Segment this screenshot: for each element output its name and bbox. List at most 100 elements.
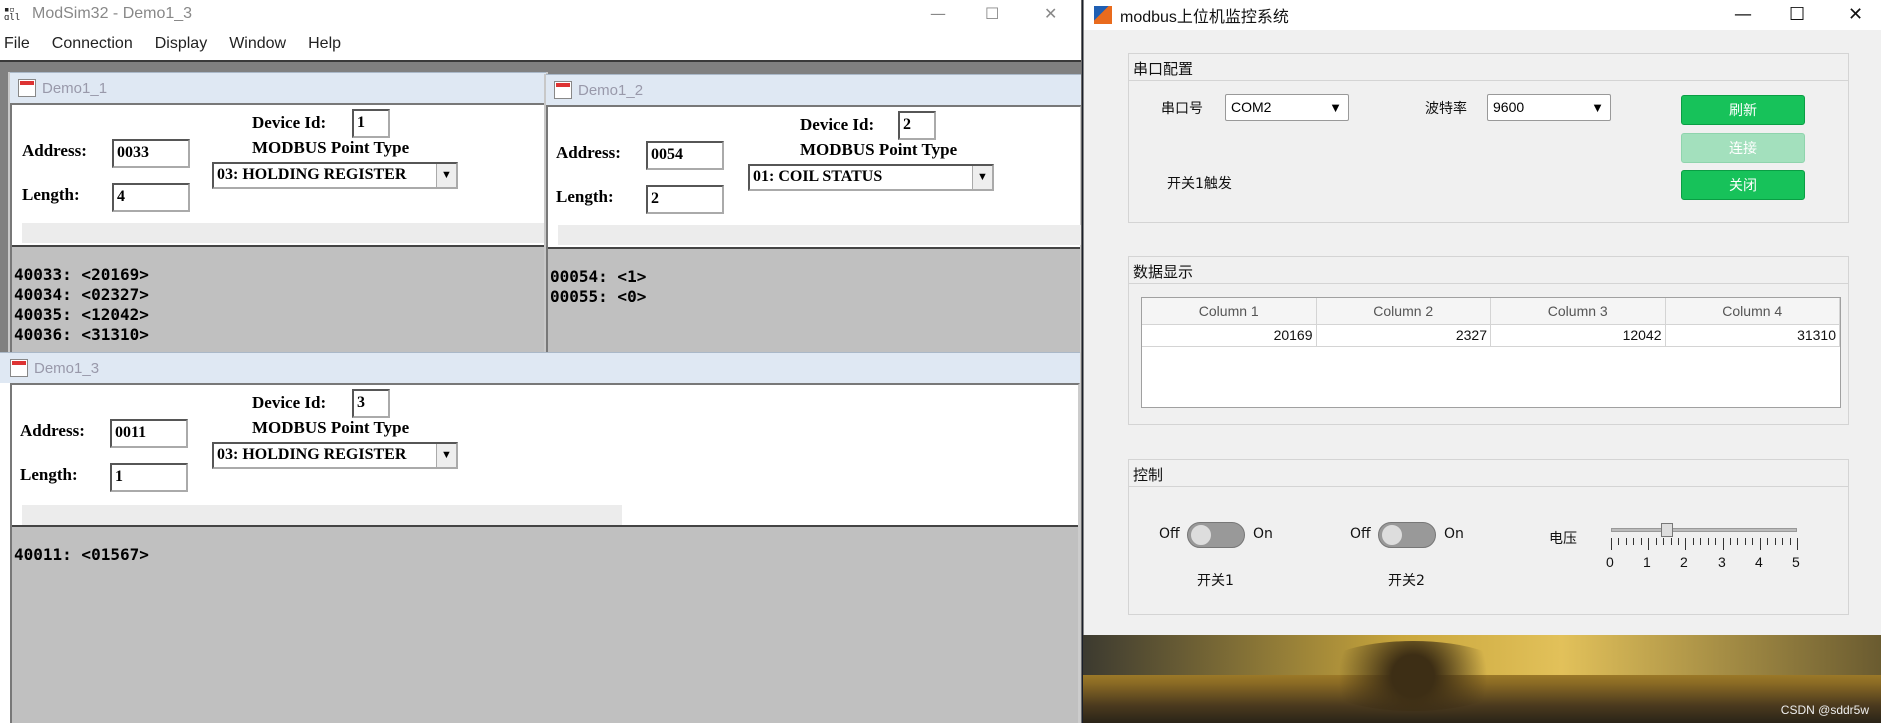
refresh-button[interactable]: 刷新 <box>1681 95 1805 125</box>
point-type-select[interactable]: 03: HOLDING REGISTER ▼ <box>212 442 458 469</box>
minimize-icon[interactable]: — <box>1734 4 1752 25</box>
panel-title: 串口配置 <box>1133 60 1194 78</box>
table-cell[interactable]: 2327 <box>1316 325 1491 347</box>
monitor-window: modbus上位机监控系统 — ☐ ✕ 串口配置 串口号 COM2 ▼ 波特率 9… <box>1083 0 1881 635</box>
slider-tick <box>1663 538 1665 545</box>
status-bar <box>22 223 546 243</box>
chevron-down-icon[interactable]: ▼ <box>972 166 992 189</box>
child-titlebar[interactable]: Demo1_2 <box>546 74 1081 105</box>
slider-tick <box>1722 538 1724 550</box>
port-select[interactable]: COM2 ▼ <box>1225 94 1349 121</box>
slider-tick <box>1744 538 1746 545</box>
slider-tick <box>1618 538 1620 545</box>
slider-tick <box>1797 538 1798 550</box>
menu-file[interactable]: File <box>4 35 30 53</box>
chevron-down-icon[interactable]: ▼ <box>436 444 456 467</box>
address-label: Address: <box>20 421 85 440</box>
slider-tick <box>1640 538 1642 545</box>
child-window-demo1-2[interactable]: Demo1_2 Device Id: 2 Address: 0054 MODBU… <box>544 74 1081 364</box>
menu-connection[interactable]: Connection <box>52 35 133 53</box>
child-titlebar[interactable]: Demo1_3 <box>0 352 1080 383</box>
menu-display[interactable]: Display <box>155 35 207 53</box>
panel-header <box>1129 257 1848 284</box>
document-icon <box>554 81 572 99</box>
table-cell[interactable]: 20169 <box>1142 325 1317 347</box>
child-window-demo1-1[interactable]: Demo1_1 Device Id: 1 Address: 0033 MODBU… <box>8 72 548 362</box>
table-cell[interactable]: 31310 <box>1665 325 1840 347</box>
menu-help[interactable]: Help <box>308 35 341 53</box>
slider-tick <box>1730 538 1732 545</box>
switch2-on-label: On <box>1444 526 1464 542</box>
menu-window[interactable]: Window <box>229 35 286 53</box>
point-type-value: 01: COIL STATUS <box>753 168 883 185</box>
slider-tick <box>1737 538 1739 545</box>
address-label: Address: <box>22 141 87 160</box>
tick-label: 5 <box>1792 554 1800 570</box>
tick-label: 0 <box>1606 554 1614 570</box>
column-header[interactable]: Column 1 <box>1142 298 1317 325</box>
maximize-icon[interactable]: ☐ <box>1789 4 1805 25</box>
switch2-toggle[interactable] <box>1378 522 1436 548</box>
register-data[interactable]: 40011: <01567> <box>12 525 1078 723</box>
chevron-down-icon[interactable]: ▼ <box>436 164 456 187</box>
slider-tick <box>1655 538 1657 545</box>
tick-label: 2 <box>1680 554 1688 570</box>
table-header-row: Column 1 Column 2 Column 3 Column 4 <box>1142 298 1840 325</box>
panel-title: 控制 <box>1133 466 1164 484</box>
address-field[interactable]: 0011 <box>110 419 188 448</box>
register-data[interactable]: 00054: <1> 00055: <0> <box>548 247 1080 362</box>
child-window-demo1-3[interactable]: Demo1_3 Device Id: 3 Address: 0011 MODBU… <box>0 352 1081 723</box>
point-type-label: MODBUS Point Type <box>800 140 958 159</box>
length-field[interactable]: 4 <box>112 183 190 212</box>
voltage-label: 电压 <box>1549 531 1577 547</box>
close-icon[interactable]: ✕ <box>1848 4 1863 25</box>
slider-tick <box>1685 538 1687 550</box>
child-title: Demo1_3 <box>34 359 100 377</box>
device-id-field[interactable]: 1 <box>352 109 390 138</box>
chevron-down-icon: ▼ <box>1591 100 1604 115</box>
maximize-icon[interactable]: ☐ <box>985 4 999 23</box>
slider-thumb[interactable] <box>1660 523 1673 537</box>
address-field[interactable]: 0033 <box>112 139 190 168</box>
device-id-field[interactable]: 3 <box>352 389 390 418</box>
address-field[interactable]: 0054 <box>646 141 724 170</box>
control-panel: 控制 Off On 开关1 Off On 开关2 电压 0 1 2 3 4 5 <box>1128 459 1849 615</box>
connect-button[interactable]: 连接 <box>1681 133 1805 163</box>
point-type-select[interactable]: 01: COIL STATUS ▼ <box>748 164 994 191</box>
slider-tick <box>1774 538 1776 545</box>
mdi-area: Demo1_1 Device Id: 1 Address: 0033 MODBU… <box>0 60 1081 723</box>
length-field[interactable]: 1 <box>110 463 188 492</box>
device-id-field[interactable]: 2 <box>898 111 936 140</box>
child-titlebar[interactable]: Demo1_1 <box>10 72 546 103</box>
baud-select[interactable]: 9600 ▼ <box>1487 94 1611 121</box>
column-header[interactable]: Column 4 <box>1665 298 1840 325</box>
point-type-value: 03: HOLDING REGISTER <box>217 166 407 183</box>
panel-header <box>1129 54 1848 81</box>
slider-tick <box>1759 538 1761 550</box>
watermark: CSDN @sddr5w <box>1780 703 1869 717</box>
point-type-select[interactable]: 03: HOLDING REGISTER ▼ <box>212 162 458 189</box>
slider-tick <box>1677 538 1679 545</box>
close-icon[interactable]: ✕ <box>1044 4 1057 23</box>
column-header[interactable]: Column 2 <box>1316 298 1491 325</box>
data-table[interactable]: Column 1 Column 2 Column 3 Column 4 2016… <box>1141 297 1841 408</box>
monitor-title: modbus上位机监控系统 <box>1120 9 1289 26</box>
register-data[interactable]: 40033: <20169> 40034: <02327> 40035: <12… <box>12 245 544 360</box>
table-row[interactable]: 20169 2327 12042 31310 <box>1142 325 1840 347</box>
device-id-label: Device Id: <box>800 115 875 134</box>
modsim-title: ModSim32 - Demo1_3 <box>32 5 193 22</box>
point-type-value: 03: HOLDING REGISTER <box>217 446 407 463</box>
length-field[interactable]: 2 <box>646 185 724 214</box>
port-value: COM2 <box>1231 99 1272 115</box>
column-header[interactable]: Column 3 <box>1491 298 1666 325</box>
voltage-slider[interactable]: 0 1 2 3 4 5 <box>1606 516 1809 576</box>
minimize-icon[interactable]: — <box>930 4 946 23</box>
slider-track <box>1611 528 1797 532</box>
slider-tick <box>1789 538 1791 545</box>
address-label: Address: <box>556 143 621 162</box>
table-cell[interactable]: 12042 <box>1491 325 1666 347</box>
close-button[interactable]: 关闭 <box>1681 170 1805 200</box>
document-icon <box>18 79 36 97</box>
switch1-toggle[interactable] <box>1187 522 1245 548</box>
device-id-label: Device Id: <box>252 393 327 412</box>
